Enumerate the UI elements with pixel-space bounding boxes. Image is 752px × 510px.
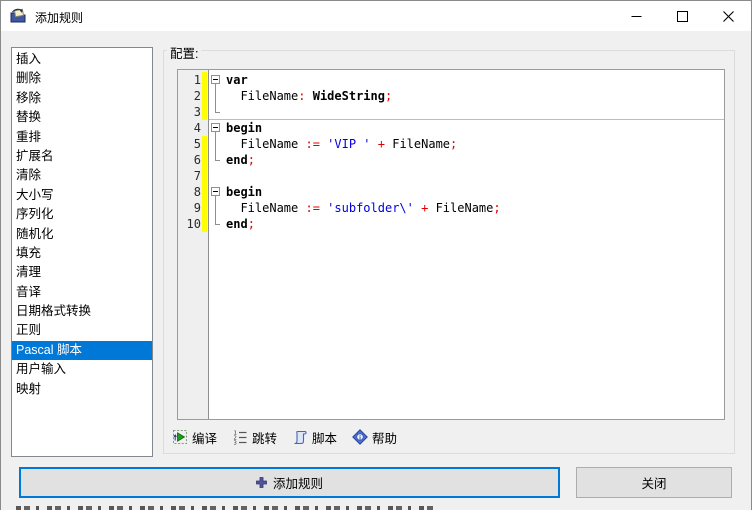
svg-text:3: 3: [234, 441, 237, 446]
fold-collapse-icon[interactable]: [211, 123, 220, 132]
add-rule-label: 添加规则: [273, 473, 323, 492]
gutter-line-number: 5: [178, 136, 201, 152]
sidebar-item[interactable]: 随机化: [12, 225, 152, 244]
fold-connector-end: [215, 112, 220, 113]
app-icon: [10, 8, 26, 24]
sidebar-item[interactable]: 重排: [12, 128, 152, 147]
sidebar-item[interactable]: 删除: [12, 69, 152, 88]
add-rule-dialog: 添加规则 插入删除移除替换重排扩展名清除大小写序列化随机化填充清理音译日期格式转…: [0, 0, 752, 510]
window-title: 添加规则: [35, 9, 83, 26]
code-text: FileName: WideString;: [226, 88, 392, 104]
plus-icon: [256, 477, 267, 488]
fold-connector: [215, 200, 216, 216]
gutter-line-number: 1: [178, 72, 201, 88]
sidebar-item[interactable]: 替换: [12, 108, 152, 127]
script-editor[interactable]: 1var2 FileName: WideString;34begin5 File…: [177, 69, 725, 420]
sidebar-item[interactable]: 扩展名: [12, 147, 152, 166]
fold-collapse-icon[interactable]: [211, 187, 220, 196]
code-line: 7: [178, 168, 724, 184]
goto-line-icon: 123: [232, 429, 248, 445]
sidebar-item[interactable]: 正则: [12, 321, 152, 340]
toolbar-button-label: 脚本: [312, 428, 337, 447]
code-line: 9 FileName := 'subfolder\' + FileName;: [178, 200, 724, 216]
code-line: 1 var: [178, 72, 724, 88]
gutter-line-number: 7: [178, 168, 201, 184]
minimize-button[interactable]: [613, 1, 659, 31]
gutter-line-number: 3: [178, 104, 201, 120]
code-line: 2 FileName: WideString;: [178, 88, 724, 104]
change-flag: [202, 104, 207, 120]
code-text: end;: [226, 216, 255, 232]
fold-connector: [215, 88, 216, 104]
sidebar-item[interactable]: Pascal 脚本: [12, 341, 152, 360]
code-text: begin: [226, 120, 262, 136]
title-bar: 添加规则: [1, 1, 751, 31]
sidebar-item[interactable]: 移除: [12, 89, 152, 108]
add-rule-button[interactable]: 添加规则: [19, 467, 560, 498]
fold-connector-end: [215, 224, 220, 225]
sidebar-item[interactable]: 映射: [12, 380, 152, 399]
code-text: FileName := 'subfolder\' + FileName;: [226, 200, 501, 216]
sidebar-item[interactable]: 音译: [12, 283, 152, 302]
script-button[interactable]: 脚本: [288, 427, 341, 448]
code-text: begin: [226, 184, 262, 200]
change-flag: [202, 88, 207, 104]
sidebar-item[interactable]: 清除: [12, 166, 152, 185]
sidebar-item[interactable]: 插入: [12, 50, 152, 69]
gutter-line-number: 6: [178, 152, 201, 168]
minimize-icon: [631, 11, 642, 22]
gutter-line-number: 9: [178, 200, 201, 216]
compile-button[interactable]: 编译: [168, 427, 221, 448]
sidebar-item[interactable]: 大小写: [12, 186, 152, 205]
code-line: 3: [178, 104, 724, 120]
change-flag: [202, 72, 207, 88]
gutter-line-number: 2: [178, 88, 201, 104]
help-button[interactable]: i 帮助: [348, 427, 401, 448]
editor-toolbar: 编译 123跳转 脚本 i 帮助: [168, 427, 408, 447]
toolbar-button-label: 编译: [192, 428, 217, 447]
toolbar-button-label: 帮助: [372, 428, 397, 447]
fold-connector-end: [215, 160, 220, 161]
code-text: FileName := 'VIP ' + FileName;: [226, 136, 457, 152]
sidebar-item[interactable]: 序列化: [12, 205, 152, 224]
change-flag: [202, 136, 207, 152]
toolbar-button-label: 跳转: [252, 428, 277, 447]
compile-icon: [172, 429, 188, 445]
sidebar-item[interactable]: 填充: [12, 244, 152, 263]
code-line: 4 begin: [178, 120, 724, 136]
close-icon: [723, 11, 734, 22]
fold-collapse-icon[interactable]: [211, 75, 220, 84]
change-flag: [202, 168, 207, 184]
sidebar-item[interactable]: 清理: [12, 263, 152, 282]
close-dialog-button[interactable]: 关闭: [576, 467, 732, 498]
change-flag: [202, 184, 207, 200]
fold-connector: [215, 136, 216, 152]
code-text: end;: [226, 152, 255, 168]
code-line: 5 FileName := 'VIP ' + FileName;: [178, 136, 724, 152]
rule-type-listbox[interactable]: 插入删除移除替换重排扩展名清除大小写序列化随机化填充清理音译日期格式转换正则Pa…: [11, 47, 153, 457]
sidebar-item[interactable]: 用户输入: [12, 360, 152, 379]
window-controls: [613, 1, 751, 31]
maximize-icon: [677, 11, 688, 22]
gutter-line-number: 8: [178, 184, 201, 200]
code-line: 6 end;: [178, 152, 724, 168]
code-line: 10 end;: [178, 216, 724, 232]
maximize-button[interactable]: [659, 1, 705, 31]
change-flag: [202, 216, 207, 232]
sidebar-item[interactable]: 日期格式转换: [12, 302, 152, 321]
close-button[interactable]: [705, 1, 751, 31]
gutter-line-number: 4: [178, 120, 201, 136]
config-label: 配置:: [167, 43, 201, 62]
clipped-bottom-text: [16, 506, 436, 510]
change-flag: [202, 200, 207, 216]
help-icon: i: [352, 429, 368, 445]
code-line: 8 begin: [178, 184, 724, 200]
gutter-line-number: 10: [178, 216, 201, 232]
svg-text:i: i: [359, 434, 361, 441]
goto-line-button[interactable]: 123跳转: [228, 427, 281, 448]
close-dialog-label: 关闭: [641, 473, 666, 492]
code-text: var: [226, 72, 248, 88]
script-icon: [292, 429, 308, 445]
change-flag: [202, 152, 207, 168]
